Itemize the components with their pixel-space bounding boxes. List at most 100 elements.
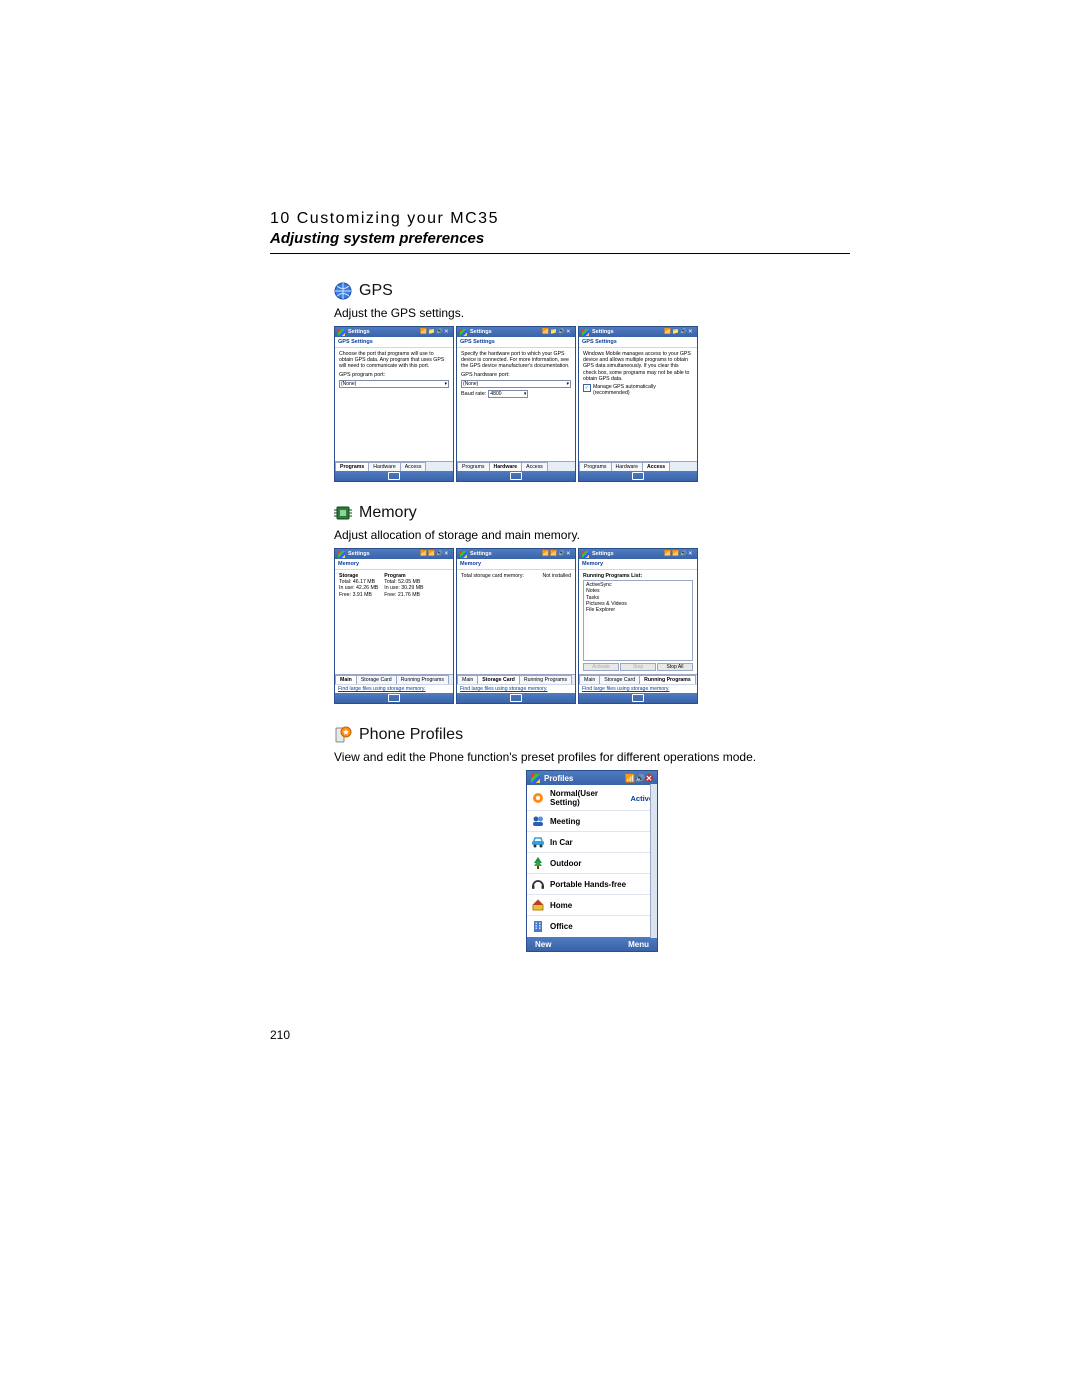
softkey-bar — [335, 471, 453, 481]
profile-item-handsfree[interactable]: Portable Hands-free — [527, 874, 657, 895]
status-tray: 📶📁🔊✕ — [420, 329, 450, 335]
gps-program-port-select[interactable]: (None) — [339, 380, 449, 388]
list-item[interactable]: File Explorer — [586, 607, 690, 613]
gps-heading: GPS — [359, 282, 393, 300]
memory-chip-icon — [334, 504, 352, 522]
memory-body: Running Programs List: ActiveSync Notes … — [579, 570, 697, 674]
profile-item-meeting[interactable]: Meeting — [527, 811, 657, 832]
titlebar: Settings 📶📶🔊✕ — [457, 549, 575, 559]
tab-running-programs[interactable]: Running Programs — [519, 675, 572, 684]
memory-subhead: Memory — [579, 559, 697, 570]
tab-storage-card[interactable]: Storage Card — [477, 675, 520, 684]
find-large-files-link[interactable]: Find large files using storage memory. — [335, 684, 453, 693]
storage-card-label: Total storage card memory: — [461, 573, 524, 579]
office-building-icon — [531, 919, 545, 933]
tab-storage-card[interactable]: Storage Card — [356, 675, 397, 684]
tab-storage-card[interactable]: Storage Card — [599, 675, 640, 684]
keyboard-icon[interactable] — [388, 694, 400, 702]
phone-profiles-screenshot: Profiles 📶🔊✕ Normal(User Setting) Active… — [526, 770, 658, 952]
tab-hardware[interactable]: Hardware — [489, 462, 523, 471]
keyboard-icon[interactable] — [510, 472, 522, 480]
gps-hardware-port-select[interactable]: (None) — [461, 380, 571, 388]
section-subtitle: Adjusting system preferences — [270, 230, 850, 247]
activate-button[interactable]: Activate — [583, 663, 619, 671]
gps-baud-label: Baud rate: — [461, 391, 486, 398]
stop-button[interactable]: Stop — [620, 663, 656, 671]
tab-access[interactable]: Access — [521, 462, 548, 471]
memory-body: Total storage card memory: Not installed — [457, 570, 575, 674]
softkey-bar: New Menu — [527, 937, 657, 951]
profile-item-home[interactable]: Home — [527, 895, 657, 916]
tab-running-programs[interactable]: Running Programs — [639, 675, 696, 684]
gps-baud-select[interactable]: 4800 — [488, 390, 528, 398]
status-tray: 📶📶🔊✕ — [542, 551, 572, 557]
tab-hardware[interactable]: Hardware — [611, 462, 644, 471]
start-icon — [531, 774, 540, 783]
globe-gps-icon — [334, 282, 352, 300]
status-tray: 📶🔊✕ — [623, 774, 653, 783]
stop-all-button[interactable]: Stop All — [657, 663, 693, 671]
titlebar: Settings 📶📶🔊✕ — [579, 549, 697, 559]
memory-shot-storage-card: Settings 📶📶🔊✕ Memory Total storage card … — [456, 548, 576, 704]
tab-access[interactable]: Access — [400, 462, 427, 471]
tab-access[interactable]: Access — [642, 462, 670, 471]
tab-main[interactable]: Main — [335, 675, 357, 684]
home-icon — [531, 898, 545, 912]
scrollbar[interactable] — [650, 784, 657, 938]
gps-shot-programs: Settings 📶📁🔊✕ GPS Settings Choose the po… — [334, 326, 454, 482]
softkey-menu[interactable]: Menu — [628, 940, 649, 949]
profile-item-normal[interactable]: Normal(User Setting) Active — [527, 786, 657, 811]
tree-icon — [531, 856, 545, 870]
people-icon — [531, 814, 545, 828]
memory-tabs: Main Storage Card Running Programs — [457, 674, 575, 684]
status-tray: 📶📶🔊✕ — [664, 551, 694, 557]
profile-item-office[interactable]: Office — [527, 916, 657, 936]
gps-hardware-hint: Specify the hardware port to which your … — [461, 351, 571, 370]
storage-card-value: Not installed — [542, 573, 571, 579]
gps-shot-hardware: Settings 📶📁🔊✕ GPS Settings Specify the h… — [456, 326, 576, 482]
memory-screenshots: Settings 📶📶🔊✕ Memory Storage Total: 46.1… — [334, 548, 850, 704]
keyboard-icon[interactable] — [632, 694, 644, 702]
keyboard-icon[interactable] — [632, 472, 644, 480]
gps-manage-checkbox[interactable]: ✓ — [583, 384, 591, 392]
gps-tabs: Programs Hardware Access — [579, 461, 697, 471]
titlebar-label: Settings — [470, 551, 539, 557]
tab-hardware[interactable]: Hardware — [368, 462, 401, 471]
tab-programs[interactable]: Programs — [579, 462, 612, 471]
phone-profiles-desc: View and edit the Phone function's prese… — [334, 750, 850, 764]
start-icon — [460, 551, 467, 558]
titlebar-label: Settings — [470, 329, 539, 335]
gps-section: GPS Adjust the GPS settings. Settings 📶📁… — [334, 282, 850, 482]
tab-main[interactable]: Main — [579, 675, 600, 684]
profile-item-outdoor[interactable]: Outdoor — [527, 853, 657, 874]
car-icon — [531, 835, 545, 849]
tab-main[interactable]: Main — [457, 675, 478, 684]
gps-manage-checkbox-row: ✓ Manage GPS automatically (recommended) — [583, 384, 693, 396]
phone-profiles-icon — [334, 726, 352, 744]
tab-programs[interactable]: Programs — [457, 462, 490, 471]
tab-running-programs[interactable]: Running Programs — [396, 675, 449, 684]
find-large-files-link[interactable]: Find large files using storage memory. — [457, 684, 575, 693]
tab-programs[interactable]: Programs — [335, 462, 369, 471]
gps-programs-hint: Choose the port that programs will use t… — [339, 351, 449, 370]
gps-access-hint: Windows Mobile manages access to your GP… — [583, 351, 693, 382]
profiles-list: Normal(User Setting) Active Meeting In C… — [527, 785, 657, 937]
titlebar: Settings 📶📁🔊✕ — [335, 327, 453, 337]
keyboard-icon[interactable] — [388, 472, 400, 480]
gear-icon — [531, 791, 545, 805]
titlebar: Settings 📶📶🔊✕ — [335, 549, 453, 559]
profile-item-in-car[interactable]: In Car — [527, 832, 657, 853]
running-buttons: Activate Stop Stop All — [583, 663, 693, 671]
page: 10 Customizing your MC35 Adjusting syste… — [0, 0, 1080, 1397]
memory-shot-running-programs: Settings 📶📶🔊✕ Memory Running Programs Li… — [578, 548, 698, 704]
phone-profiles-heading: Phone Profiles — [359, 726, 463, 744]
header-rule — [270, 253, 850, 254]
start-icon — [582, 551, 589, 558]
find-large-files-link[interactable]: Find large files using storage memory. — [579, 684, 697, 693]
running-programs-list[interactable]: ActiveSync Notes Tasks Pictures & Videos… — [583, 580, 693, 661]
softkey-new[interactable]: New — [535, 940, 551, 949]
memory-stats: Storage Total: 46.17 MB In use: 42.26 MB… — [339, 573, 449, 598]
keyboard-icon[interactable] — [510, 694, 522, 702]
start-icon — [582, 329, 589, 336]
memory-tabs: Main Storage Card Running Programs — [335, 674, 453, 684]
